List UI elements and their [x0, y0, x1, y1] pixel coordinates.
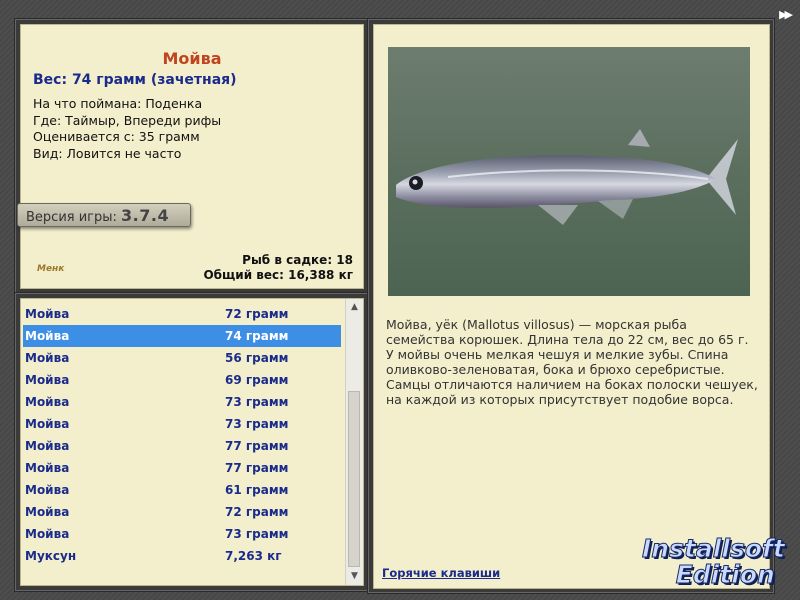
catch-fish-name: Мойва	[25, 505, 70, 519]
catch-list-item[interactable]: Мойва 73 грамм	[21, 391, 341, 413]
scrollbar-thumb[interactable]	[348, 391, 360, 567]
catch-list-item[interactable]: Мойва 73 грамм	[21, 523, 341, 545]
catch-fish-name: Мойва	[25, 483, 70, 497]
catch-fish-weight: 7,263 кг	[225, 549, 282, 563]
catch-fish-name: Муксун	[25, 549, 77, 563]
catch-list-item[interactable]: Мойва 77 грамм	[21, 435, 341, 457]
fish-weight: Вес: 74 грамм (зачетная)	[33, 72, 237, 88]
catch-list-item[interactable]: Мойва 73 грамм	[21, 413, 341, 435]
catch-fish-weight: 77 грамм	[225, 461, 289, 475]
catch-list-item[interactable]: Мойва 72 грамм	[21, 303, 341, 325]
catch-fish-name: Мойва	[25, 329, 70, 343]
catch-fish-name: Мойва	[25, 439, 70, 453]
catch-list-item[interactable]: Мойва 56 грамм	[21, 347, 341, 369]
fish-name: Мойва	[162, 49, 222, 68]
catch-fish-name: Мойва	[25, 373, 70, 387]
catch-fish-name: Мойва	[25, 307, 70, 321]
catch-fish-weight: 73 грамм	[225, 527, 289, 541]
property-min-weight: Оценивается с: 35 грамм	[33, 129, 200, 144]
catch-list-panel: Мойва 72 грамм Мойва 74 грамм Мойва 56 грамм М…	[20, 298, 364, 586]
fish-info-panel: Мойва Вес: 74 грамм (зачетная) На что по…	[17, 24, 364, 289]
fish-description-panel: Мойва, уёк (Mallotus villosus) — морская…	[373, 24, 770, 589]
fish-photo	[388, 47, 750, 296]
catch-fish-weight: 56 грамм	[225, 351, 289, 365]
total-weight: Общий вес: 16,388 кг	[203, 268, 353, 282]
catch-fish-weight: 69 грамм	[225, 373, 289, 387]
scroll-down-icon[interactable]: ▼	[346, 568, 363, 585]
fish-count: Рыб в садке: 18	[242, 253, 353, 267]
property-rarity: Вид: Ловится не часто	[33, 145, 182, 161]
catch-fish-name: Мойва	[25, 351, 70, 365]
catch-fish-name: Мойва	[25, 395, 70, 409]
catch-list-item[interactable]: Мойва 77 грамм	[21, 457, 341, 479]
scrollbar[interactable]: ▲ ▼	[345, 299, 363, 585]
scroll-up-icon[interactable]: ▲	[346, 299, 363, 316]
small-logo: Менк	[37, 264, 65, 274]
catch-fish-weight: 61 грамм	[225, 483, 289, 497]
catch-fish-weight: 73 грамм	[225, 395, 289, 409]
catch-list-item[interactable]: Мойва 74 грамм	[23, 325, 341, 347]
catch-fish-weight: 72 грамм	[225, 505, 289, 519]
catch-fish-name: Мойва	[25, 461, 70, 475]
catch-list: Мойва 72 грамм Мойва 74 грамм Мойва 56 грамм М…	[21, 303, 341, 567]
property-location: Где: Таймыр, Впереди рифы	[33, 112, 222, 128]
catch-fish-name: Мойва	[25, 417, 70, 431]
version-label: Версия игры:	[26, 210, 117, 225]
property-bait: На что поймана: Поденка	[33, 96, 203, 111]
catch-list-item[interactable]: Муксун 7,263 кг	[21, 545, 341, 567]
catch-list-item[interactable]: Мойва 69 грамм	[21, 369, 341, 391]
catch-fish-weight: 72 грамм	[225, 307, 289, 321]
version-badge: Версия игры: 3.7.4	[17, 203, 191, 227]
version-number: 3.7.4	[121, 206, 170, 225]
fish-properties: На что поймана: Поденка Где: Таймыр, Впе…	[33, 96, 221, 162]
catch-list-item[interactable]: Мойва 61 грамм	[21, 479, 341, 501]
catch-fish-weight: 74 грамм	[225, 329, 289, 343]
catch-list-item[interactable]: Мойва 72 грамм	[21, 501, 341, 523]
fish-description: Мойва, уёк (Mallotus villosus) — морская…	[386, 317, 758, 407]
fast-forward-icon[interactable]: ▶▶	[779, 8, 793, 21]
fish-illustration	[396, 129, 738, 225]
catch-stats: Рыб в садке: 18 Общий вес: 16,388 кг	[203, 253, 353, 283]
catch-fish-weight: 73 грамм	[225, 417, 289, 431]
hotkeys-link[interactable]: Горячие клавиши	[382, 566, 500, 580]
catch-fish-name: Мойва	[25, 527, 70, 541]
catch-fish-weight: 77 грамм	[225, 439, 289, 453]
installsoft-logo: Installsoft Edition	[642, 534, 786, 589]
